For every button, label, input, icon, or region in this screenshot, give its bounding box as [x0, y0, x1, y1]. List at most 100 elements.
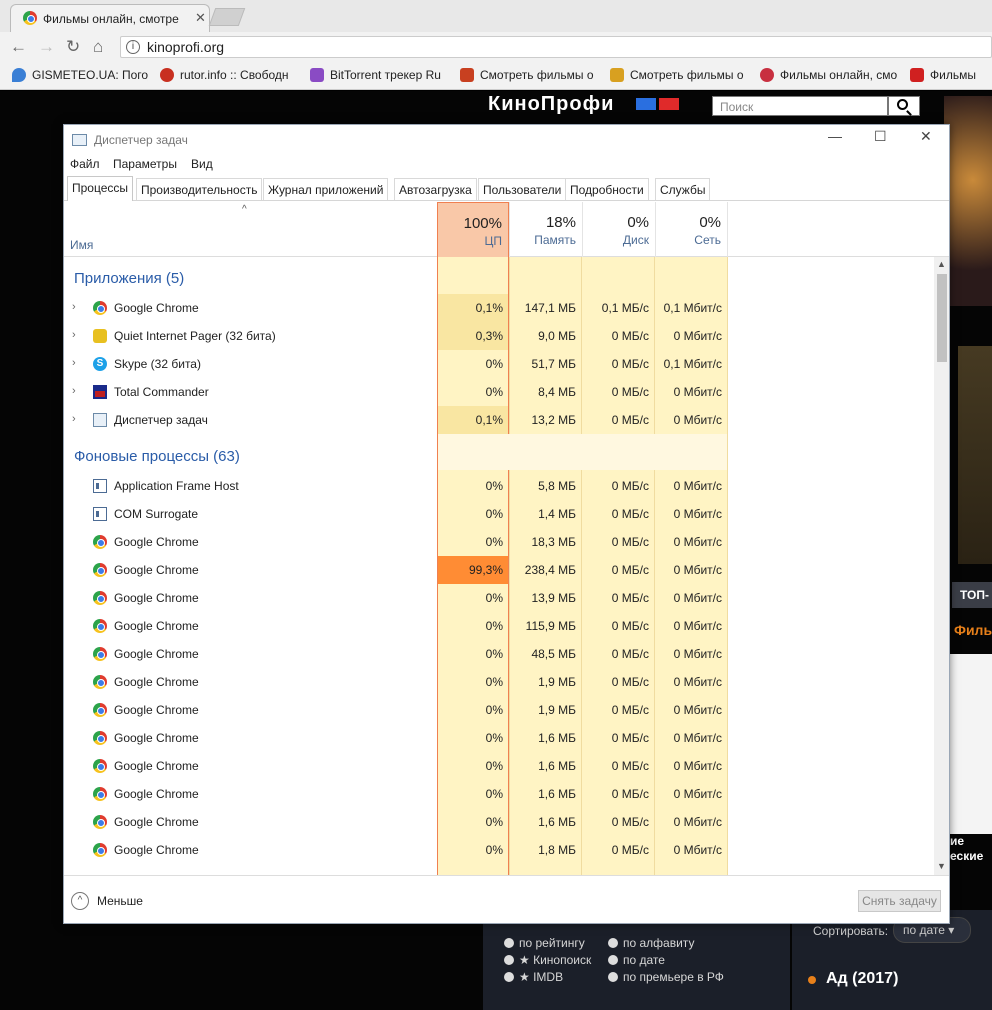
kinoprofi-icon: [910, 68, 924, 82]
bookmark-item[interactable]: BitTorrent трекер Ru: [310, 68, 448, 82]
column-header: ^ Имя 100% ЦП 18% Память 0% Диск 0% Сеть: [64, 202, 949, 257]
tab-services[interactable]: Службы: [655, 178, 711, 200]
column-network[interactable]: 0% Сеть: [655, 202, 728, 257]
site-search-button[interactable]: [888, 96, 920, 116]
group-apps-header: Приложения (5): [74, 270, 185, 287]
back-icon[interactable]: ←: [10, 37, 27, 57]
scroll-up-icon[interactable]: ▲: [937, 259, 946, 269]
minimize-icon[interactable]: —: [828, 128, 842, 144]
tab-startup[interactable]: Автозагрузка: [394, 178, 477, 200]
scroll-down-icon[interactable]: ▼: [937, 861, 946, 871]
tab-users[interactable]: Пользователи: [478, 178, 567, 200]
forward-icon[interactable]: →: [38, 37, 55, 57]
site-logo[interactable]: КиноПрофи: [488, 93, 614, 116]
bookmark-item[interactable]: Смотреть фильмы о: [460, 68, 598, 82]
skype-icon: S: [93, 357, 107, 371]
movie-caption[interactable]: ие еские: [950, 834, 983, 864]
bookmark-item[interactable]: Смотреть фильмы о: [610, 68, 748, 82]
process-row[interactable]: Google Chrome 0% 115,9 МБ 0 МБ/с 0 Мбит/…: [64, 612, 934, 640]
column-name[interactable]: Имя: [70, 238, 93, 252]
bookmark-item[interactable]: GISMETEO.UA: Погод: [12, 68, 148, 82]
process-row[interactable]: Application Frame Host 0% 5,8 МБ 0 МБ/с …: [64, 472, 934, 500]
process-row[interactable]: › Google Chrome 0,1% 147,1 МБ 0,1 МБ/с 0…: [64, 294, 934, 322]
sort-arrow-icon: ^: [242, 204, 247, 215]
sort-by-premiere-radio[interactable]: по премьере в РФ: [608, 970, 724, 984]
end-task-button[interactable]: Снять задачу: [858, 890, 941, 912]
site-search-input[interactable]: Поиск: [712, 96, 888, 116]
expand-chevron-icon[interactable]: ›: [72, 385, 76, 397]
process-row[interactable]: Google Chrome 0% 1,6 МБ 0 МБ/с 0 Мбит/с: [64, 724, 934, 752]
chrome-icon: [93, 619, 107, 633]
scrollbar-thumb[interactable]: [937, 274, 947, 362]
group-background-header: Фоновые процессы (63): [74, 448, 240, 465]
column-disk[interactable]: 0% Диск: [582, 202, 655, 257]
info-icon[interactable]: i: [126, 40, 140, 54]
process-row[interactable]: COM Surrogate 0% 1,4 МБ 0 МБ/с 0 Мбит/с: [64, 500, 934, 528]
3d-glasses-icon: [636, 98, 684, 110]
address-bar[interactable]: i kinoprofi.org: [120, 36, 992, 58]
expand-chevron-icon[interactable]: ›: [72, 329, 76, 341]
process-row[interactable]: Google Chrome 0% 1,6 МБ 0 МБ/с 0 Мбит/с: [64, 780, 934, 808]
process-row[interactable]: › Quiet Internet Pager (32 бита) 0,3% 9,…: [64, 322, 934, 350]
column-cpu[interactable]: 100% ЦП: [437, 202, 509, 257]
fewer-details-link[interactable]: Меньше: [97, 894, 143, 908]
film-site-icon: [760, 68, 774, 82]
close-icon[interactable]: ✕: [920, 128, 932, 145]
sort-by-rating-radio[interactable]: по рейтингу: [504, 936, 585, 950]
promo-banner[interactable]: [944, 96, 992, 306]
browser-tab[interactable]: Фильмы онлайн, смотре ✕: [10, 4, 210, 32]
movie-title[interactable]: Ад (2017): [826, 970, 898, 988]
chrome-icon: [93, 815, 107, 829]
footer-bar: ^ Меньше Снять задачу: [64, 875, 949, 923]
expand-chevron-icon[interactable]: ›: [72, 413, 76, 425]
top-button[interactable]: ТОП-: [952, 582, 992, 608]
chrome-icon: [93, 703, 107, 717]
com-surrogate-icon: [93, 507, 107, 521]
tab-processes[interactable]: Процессы: [67, 176, 134, 201]
process-row[interactable]: › S Skype (32 бита) 0% 51,7 МБ 0 МБ/с 0,…: [64, 350, 934, 378]
home-icon[interactable]: ⌂: [93, 37, 103, 57]
chrome-icon: [93, 731, 107, 745]
chrome-icon: [93, 591, 107, 605]
sort-by-kinopoisk-radio[interactable]: ★ Кинопоиск: [504, 953, 591, 967]
menu-file[interactable]: Файл: [70, 157, 100, 171]
collapse-chevron-icon[interactable]: ^: [71, 892, 89, 910]
task-manager-icon: [93, 413, 107, 427]
movie-poster[interactable]: [950, 654, 992, 834]
expand-chevron-icon[interactable]: ›: [72, 357, 76, 369]
menu-options[interactable]: Параметры: [113, 157, 177, 171]
sort-by-date-radio[interactable]: по дате: [608, 953, 665, 967]
process-row[interactable]: Google Chrome 0% 1,8 МБ 0 МБ/с 0 Мбит/с: [64, 836, 934, 864]
reload-icon[interactable]: ↻: [66, 37, 80, 57]
tab-close-icon[interactable]: ✕: [195, 10, 206, 26]
menu-view[interactable]: Вид: [191, 157, 213, 171]
process-row[interactable]: Google Chrome 0% 1,6 МБ 0 МБ/с 0 Мбит/с: [64, 808, 934, 836]
film-site-icon: [460, 68, 474, 82]
tab-app-history[interactable]: Журнал приложений: [263, 178, 389, 200]
expand-chevron-icon[interactable]: ›: [72, 301, 76, 313]
sort-by-imdb-radio[interactable]: ★ IMDB: [504, 970, 563, 984]
process-row[interactable]: Google Chrome 0% 1,9 МБ 0 МБ/с 0 Мбит/с: [64, 696, 934, 724]
task-manager-window: Диспетчер задач — ☐ ✕ Файл Параметры Вид…: [63, 124, 950, 924]
bookmark-item[interactable]: Фильмы онлайн, смо: [760, 68, 898, 82]
maximize-icon[interactable]: ☐: [874, 128, 887, 145]
films-heading: Филь: [954, 622, 992, 638]
qip-icon: [93, 329, 107, 343]
tab-details[interactable]: Подробности: [565, 178, 649, 200]
bittorrent-icon: [310, 68, 324, 82]
process-row[interactable]: Google Chrome 0% 1,6 МБ 0 МБ/с 0 Мбит/с: [64, 752, 934, 780]
process-row[interactable]: Google Chrome 0% 48,5 МБ 0 МБ/с 0 Мбит/с: [64, 640, 934, 668]
process-row-high-cpu[interactable]: Google Chrome 99,3% 238,4 МБ 0 МБ/с 0 Мб…: [64, 556, 934, 584]
process-row[interactable]: Google Chrome 0% 18,3 МБ 0 МБ/с 0 Мбит/с: [64, 528, 934, 556]
process-row[interactable]: › Total Commander 0% 8,4 МБ 0 МБ/с 0 Мби…: [64, 378, 934, 406]
bookmark-item[interactable]: Фильмы: [910, 68, 992, 82]
movie-poster[interactable]: [958, 346, 992, 564]
process-row[interactable]: Google Chrome 0% 1,9 МБ 0 МБ/с 0 Мбит/с: [64, 668, 934, 696]
rutor-icon: [160, 68, 174, 82]
process-row[interactable]: › Диспетчер задач 0,1% 13,2 МБ 0 МБ/с 0 …: [64, 406, 934, 434]
process-row[interactable]: Google Chrome 0% 13,9 МБ 0 МБ/с 0 Мбит/с: [64, 584, 934, 612]
tab-performance[interactable]: Производительность: [136, 178, 263, 200]
bookmark-item[interactable]: rutor.info :: Свободн: [160, 68, 298, 82]
sort-by-alphabet-radio[interactable]: по алфавиту: [608, 936, 694, 950]
column-memory[interactable]: 18% Память: [509, 202, 582, 257]
